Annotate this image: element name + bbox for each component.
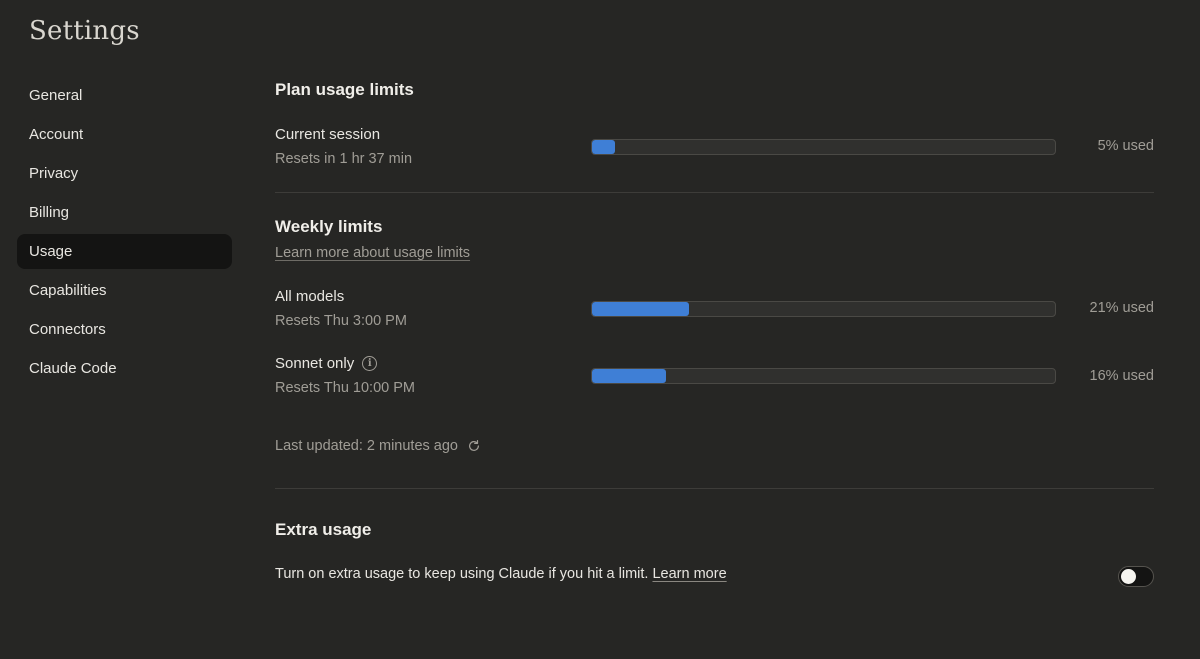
weekly-learn-more-wrap: Learn more about usage limits — [275, 245, 470, 261]
all-models-progress-bar — [591, 301, 1056, 317]
extra-usage-description-text: Turn on extra usage to keep using Claude… — [275, 566, 649, 582]
all-models-progress-fill — [592, 302, 690, 316]
refresh-icon[interactable] — [467, 439, 481, 453]
sidebar-item-privacy[interactable]: Privacy — [17, 156, 232, 191]
learn-more-usage-limits-link[interactable]: Learn more about usage limits — [275, 245, 470, 261]
current-session-used: 5% used — [1097, 138, 1154, 154]
weekly-limits-title: Weekly limits — [275, 217, 383, 236]
divider — [275, 488, 1154, 489]
sidebar-item-billing[interactable]: Billing — [17, 195, 232, 230]
divider — [275, 192, 1154, 193]
sonnet-only-used: 16% used — [1089, 368, 1155, 384]
current-session-progress-fill — [592, 140, 616, 154]
last-updated-row: Last updated: 2 minutes ago — [275, 438, 481, 454]
all-models-used: 21% used — [1089, 300, 1155, 316]
extra-usage-toggle[interactable] — [1118, 566, 1154, 587]
last-updated-text: Last updated: 2 minutes ago — [275, 438, 458, 454]
all-models-label: All models — [275, 288, 345, 305]
sonnet-only-reset: Resets Thu 10:00 PM — [275, 380, 415, 396]
extra-usage-learn-more-link[interactable]: Learn more — [652, 566, 726, 582]
plan-usage-title: Plan usage limits — [275, 80, 414, 99]
all-models-reset: Resets Thu 3:00 PM — [275, 313, 407, 329]
sidebar-item-capabilities[interactable]: Capabilities — [17, 273, 232, 308]
sonnet-only-progress-bar — [591, 368, 1056, 384]
sonnet-only-progress-fill — [592, 369, 667, 383]
sidebar-item-claude-code[interactable]: Claude Code — [17, 351, 232, 386]
page-title: Settings — [29, 16, 140, 46]
sonnet-only-row-label: Sonnet only i — [275, 355, 378, 372]
sidebar-item-account[interactable]: Account — [17, 117, 232, 152]
current-session-progress-bar — [591, 139, 1056, 155]
sidebar-item-general[interactable]: General — [17, 78, 232, 113]
info-icon[interactable]: i — [362, 356, 378, 371]
current-session-reset: Resets in 1 hr 37 min — [275, 151, 413, 167]
current-session-label: Current session — [275, 126, 381, 143]
sidebar: General Account Privacy Billing Usage Ca… — [17, 78, 232, 390]
toggle-knob — [1121, 569, 1136, 584]
extra-usage-title: Extra usage — [275, 520, 372, 539]
usage-panel: Plan usage limits Current session Resets… — [275, 0, 1154, 659]
extra-usage-description: Turn on extra usage to keep using Claude… — [275, 566, 727, 582]
sonnet-only-label: Sonnet only — [275, 355, 355, 372]
sidebar-item-connectors[interactable]: Connectors — [17, 312, 232, 347]
sidebar-item-usage[interactable]: Usage — [17, 234, 232, 269]
